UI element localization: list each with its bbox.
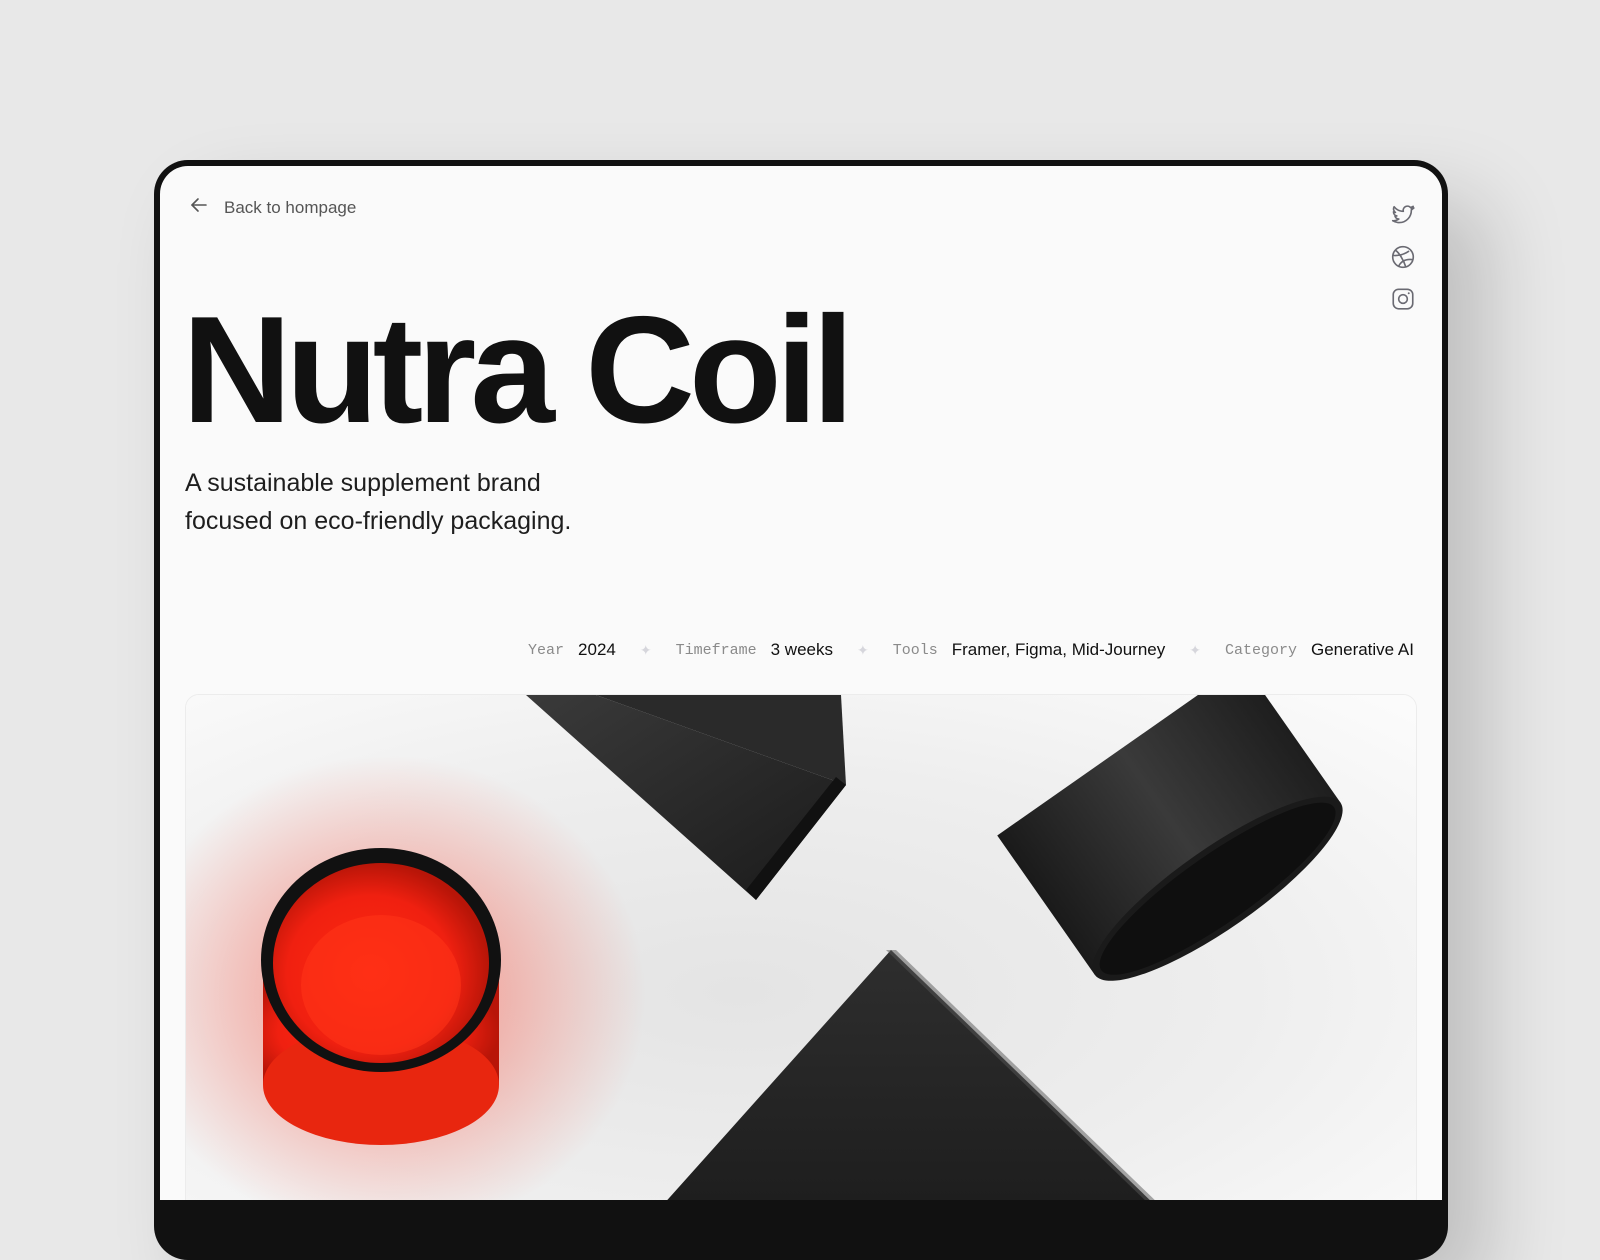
sparkle-icon: ✦ xyxy=(1189,641,1201,658)
back-link-label: Back to hompage xyxy=(224,197,357,217)
instagram-icon[interactable] xyxy=(1390,286,1416,312)
meta-year-label: Year xyxy=(528,641,565,659)
sparkle-icon: ✦ xyxy=(639,641,652,658)
meta-tools-value: Framer, Figma, Mid-Journey xyxy=(951,640,1166,659)
arrow-left-icon xyxy=(188,194,210,221)
meta-tools-label: Tools xyxy=(892,641,938,659)
screen: Back to hompage Nutra Coil A sustainable xyxy=(160,166,1442,1200)
meta-category-value: Generative AI xyxy=(1310,640,1414,659)
meta-category-label: Category xyxy=(1224,641,1297,659)
dribbble-icon[interactable] xyxy=(1390,244,1416,270)
meta-year-value: 2024 xyxy=(578,640,616,659)
twitter-icon[interactable] xyxy=(1390,202,1416,228)
sparkle-icon: ✦ xyxy=(856,641,869,658)
project-subtitle: A sustainable supplement brand focused o… xyxy=(185,469,572,535)
project-meta: Year 2024 ✦ Timeframe 3 weeks ✦ Tools Fr… xyxy=(528,640,1414,660)
back-to-homepage-link[interactable]: Back to hompage xyxy=(188,194,356,221)
social-links xyxy=(1390,202,1416,312)
meta-timeframe-value: 3 weeks xyxy=(770,640,833,659)
hero-image xyxy=(185,694,1417,1200)
project-title: Nutra Coil xyxy=(182,285,854,455)
meta-timeframe-label: Timeframe xyxy=(675,641,757,659)
